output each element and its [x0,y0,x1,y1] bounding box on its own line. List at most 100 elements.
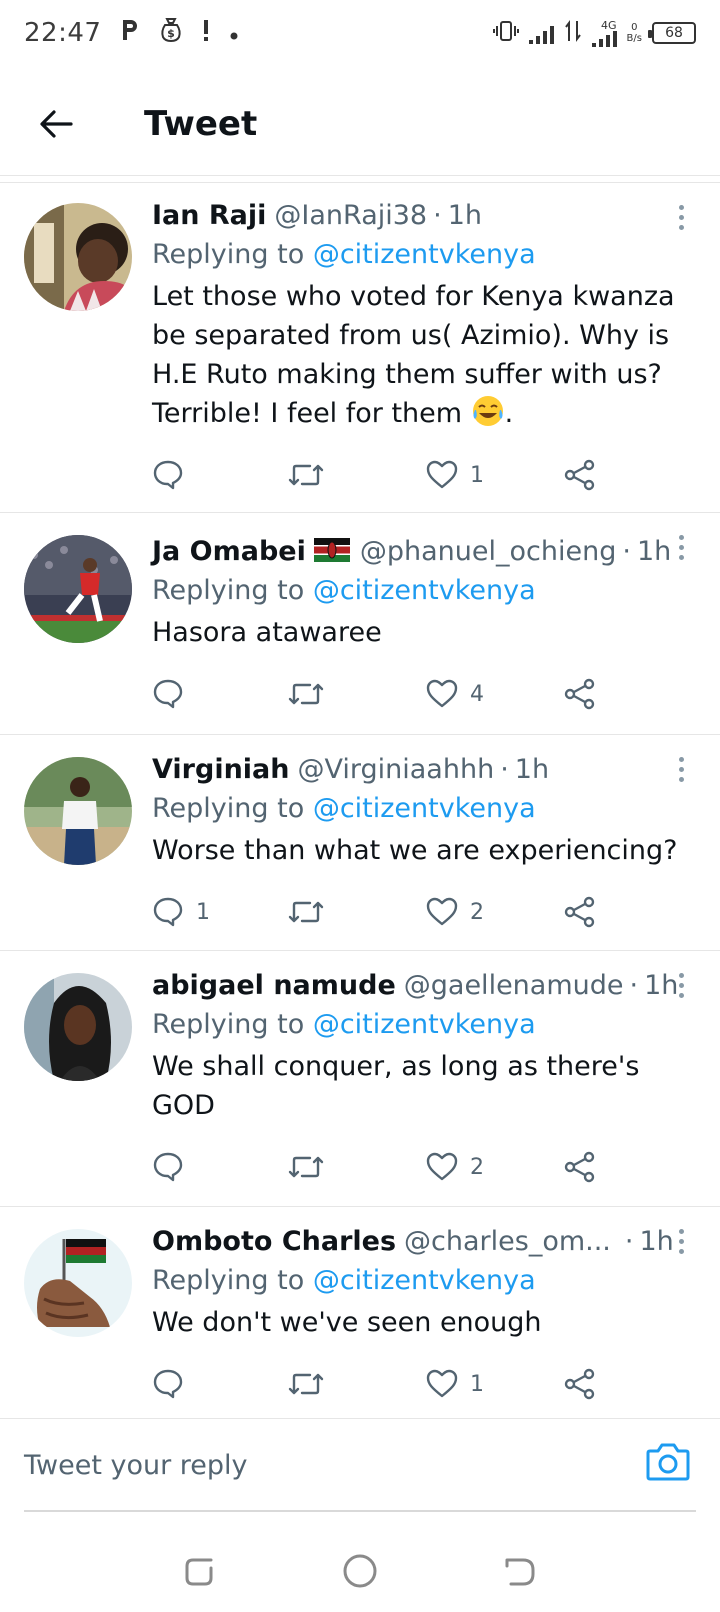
back-nav-button[interactable] [503,1554,537,1588]
more-options-button[interactable] [676,535,686,560]
author-name[interactable]: Ian Raji [152,197,266,235]
retweet-icon [288,901,324,923]
reply-composer[interactable]: Tweet your reply [0,1418,720,1512]
signal-4g-icon [591,30,617,47]
retweet-button[interactable] [288,679,336,709]
reply-input[interactable]: Tweet your reply [24,1450,248,1481]
tweet-age: 1h [447,200,483,231]
tweet-item[interactable]: Virginiah @Virginiaahhh · 1h Replying to… [0,735,720,951]
mention-link[interactable]: @citizentvkenya [313,1265,536,1296]
more-options-button[interactable] [676,205,686,230]
share-button[interactable] [564,678,596,710]
kenya-flag-emoji [313,535,350,562]
author-handle[interactable]: @phanuel_ochieng [360,533,616,571]
share-button[interactable] [564,459,596,491]
reply-button[interactable] [152,678,196,710]
avatar[interactable] [24,1229,132,1337]
tweet-item[interactable]: Ja Omabei @phanuel_ochieng · 1h Replying… [0,513,720,735]
heart-icon [426,679,458,708]
tweet-actions: 4 [152,664,680,724]
like-button[interactable]: 2 [426,1152,484,1182]
author-name[interactable]: Virginiah [152,751,290,789]
author-handle[interactable]: @IanRaji38 [274,197,427,235]
separator-dot: · [624,1226,634,1257]
share-icon [564,459,595,491]
heart-icon [426,897,458,926]
dot-icon [229,19,239,47]
mention-link[interactable]: @citizentvkenya [313,575,536,606]
author-handle[interactable]: @gaellenamude [404,967,624,1005]
avatar[interactable] [24,203,132,311]
author-name[interactable]: Omboto Charles [152,1223,396,1261]
separator-dot: · [500,754,509,785]
author-handle[interactable]: @charles_om... [404,1223,611,1261]
tweet-actions: 1 [152,445,680,505]
like-count: 1 [470,462,484,488]
author-name[interactable]: Ja Omabei [152,533,306,571]
reply-button[interactable] [152,1368,196,1400]
vibrate-icon [492,19,519,48]
tweet-text: Worse than what we are experiencing? [152,835,678,866]
tweet-age: 1h [636,536,672,567]
camera-button[interactable] [646,1441,690,1481]
retweet-icon [288,1156,324,1178]
heart-icon [426,1369,458,1398]
reply-list[interactable]: Ian Raji @IanRaji38 · 1h Replying to @ci… [0,182,720,1418]
separator-dot: · [629,970,639,1001]
mention-link[interactable]: @citizentvkenya [313,793,536,824]
tweet-item[interactable]: Omboto Charles @charles_om... · 1h Reply… [0,1207,720,1418]
tweet-text: Let those who voted for Kenya kwanza be … [152,281,675,429]
mention-link[interactable]: @citizentvkenya [313,239,536,270]
like-button[interactable]: 1 [426,1369,484,1399]
more-options-button[interactable] [676,757,686,782]
back-button[interactable] [26,94,86,154]
network-type: 4G [601,18,617,32]
tweet-text: We shall conquer, as long as there's GOD [152,1051,640,1121]
retweet-icon [288,464,324,486]
share-button[interactable] [564,1368,596,1400]
comment-icon [153,679,183,709]
avatar[interactable] [24,757,132,865]
like-count: 4 [470,681,484,707]
recent-apps-button[interactable] [183,1554,217,1588]
replying-to: Replying to @citizentvkenya [152,793,536,824]
avatar[interactable] [24,973,132,1081]
money-bag-icon: $ [159,17,183,49]
home-button[interactable] [342,1553,378,1589]
tweet-item[interactable]: Ian Raji @IanRaji38 · 1h Replying to @ci… [0,183,720,513]
back-nav-icon [505,1558,535,1586]
replying-to: Replying to @citizentvkenya [152,239,536,270]
share-button[interactable] [564,896,596,928]
share-button[interactable] [564,1151,596,1183]
replying-to: Replying to @citizentvkenya [152,575,536,606]
like-button[interactable]: 1 [426,460,484,490]
reply-button[interactable] [152,459,196,491]
retweet-button[interactable] [288,1369,336,1399]
retweet-button[interactable] [288,460,336,490]
more-options-button[interactable] [676,973,686,998]
like-button[interactable]: 4 [426,679,484,709]
reply-button[interactable] [152,1151,196,1183]
retweet-button[interactable] [288,897,336,927]
more-options-button[interactable] [676,1229,686,1254]
like-button[interactable]: 2 [426,897,484,927]
tweet-actions: 2 [152,1137,680,1197]
mention-link[interactable]: @citizentvkenya [313,1009,536,1040]
arrow-left-icon [40,109,73,138]
net-speed: 0 B/s [626,22,642,44]
system-nav-bar [0,1530,720,1612]
home-circle-icon [343,1554,377,1588]
author-name[interactable]: abigael namude [152,967,396,1005]
retweet-button[interactable] [288,1152,336,1182]
tweet-actions: 1 2 [152,882,680,942]
reply-divider [24,1510,696,1512]
retweet-icon [288,1373,324,1395]
tweet-item[interactable]: abigael namude @gaellenamude · 1h Replyi… [0,951,720,1207]
share-icon [564,678,595,710]
avatar[interactable] [24,535,132,643]
author-handle[interactable]: @Virginiaahhh [298,751,495,789]
share-icon [564,896,595,928]
heart-icon [426,460,458,489]
comment-icon [153,1152,183,1182]
reply-button[interactable]: 1 [152,896,210,928]
